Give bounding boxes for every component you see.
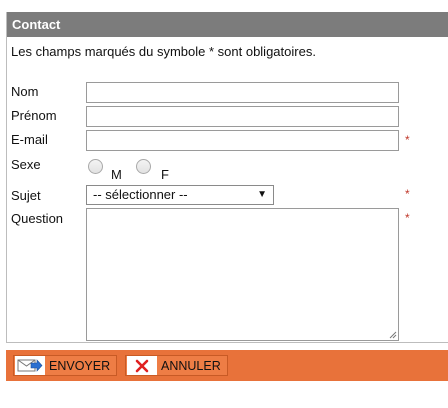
question-label: Question — [11, 211, 64, 226]
send-button-label: ENVOYER — [49, 358, 111, 373]
question-required-mark: * — [405, 211, 410, 225]
form-action-bar: ENVOYER ANNULER — [6, 350, 448, 381]
sexe-radio-m[interactable] — [88, 159, 103, 174]
sexe-option-f: F — [161, 167, 169, 182]
sexe-radio-f[interactable] — [136, 159, 151, 174]
sujet-select[interactable]: -- sélectionner -- ▼ — [86, 185, 274, 205]
question-textarea[interactable] — [86, 208, 399, 341]
envelope-send-icon — [15, 356, 45, 375]
sujet-label: Sujet — [11, 188, 41, 203]
email-input[interactable] — [86, 130, 399, 151]
cancel-button-label: ANNULER — [161, 358, 221, 373]
sujet-selected-value: -- sélectionner -- — [93, 187, 188, 202]
prenom-label: Prénom — [11, 108, 57, 123]
nom-input[interactable] — [86, 82, 399, 103]
contact-panel: Contact Les champs marqués du symbole * … — [6, 12, 448, 343]
close-icon — [127, 356, 157, 375]
email-label: E-mail — [11, 132, 48, 147]
sexe-label: Sexe — [11, 157, 41, 172]
send-button[interactable]: ENVOYER — [13, 355, 118, 376]
sujet-required-mark: * — [405, 187, 410, 201]
required-fields-notice: Les champs marqués du symbole * sont obl… — [11, 44, 316, 59]
sexe-option-m: M — [111, 167, 122, 182]
nom-label: Nom — [11, 84, 39, 99]
panel-title: Contact — [7, 12, 448, 37]
email-required-mark: * — [405, 133, 410, 147]
prenom-input[interactable] — [86, 106, 399, 127]
resize-grip-icon[interactable] — [389, 331, 397, 339]
cancel-button[interactable]: ANNULER — [125, 355, 228, 376]
dropdown-arrow-icon: ▼ — [257, 189, 267, 200]
